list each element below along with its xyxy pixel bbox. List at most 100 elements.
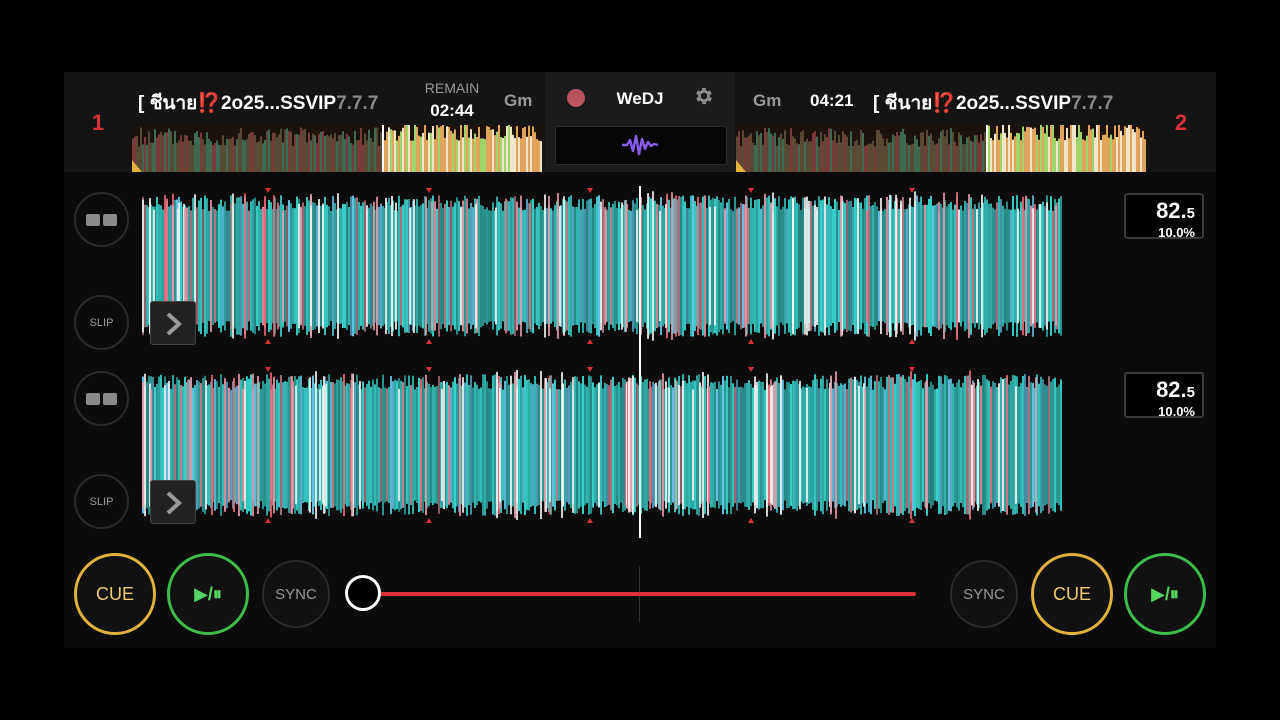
overview-bar [1056,140,1058,172]
overview-bar [852,146,854,172]
overview-bar [464,125,466,172]
overview-bar [742,130,744,172]
waveform-bar [478,195,480,337]
overview-bar [778,137,780,172]
overview-bar [388,127,390,172]
waveform-peak [835,371,837,519]
overview-bar [798,144,800,172]
overview-bar [808,141,810,172]
waveform-bar [366,384,368,506]
waveform-view-button[interactable] [555,126,727,165]
waveform-peak [318,198,320,334]
deck-2-cue-button[interactable]: CUE [1031,553,1113,635]
waveform-peak [351,373,353,517]
waveform-bar [1030,382,1032,508]
overview-bar [224,144,226,172]
deck-1-slip-button[interactable]: SLIP [74,295,129,350]
overview-bar [190,140,192,172]
deck-2-track-title[interactable]: [ ชีนาย⁉️2o25...SSVIP7.7.7 [873,88,1143,118]
overview-bar [498,125,500,172]
deck-2-waveform[interactable] [142,365,1062,525]
waveform-bar [712,382,714,508]
overview-bar [952,131,954,172]
waveform-bar [704,376,706,514]
overview-bar [228,139,230,172]
waveform-bar [580,383,582,507]
overview-bar [1116,137,1118,172]
waveform-bar [422,377,424,513]
waveform-bar [866,386,868,504]
waveform-bar [836,201,838,331]
overview-bar [284,129,286,172]
waveform-bar [146,205,148,327]
deck-1-sync-button[interactable]: SYNC [262,560,330,628]
overview-bar [268,129,270,172]
waveform-peak [632,376,634,514]
waveform-bar [688,208,690,324]
crossfader-track[interactable] [362,592,916,596]
deck-2-time[interactable]: 04:21 [810,91,853,111]
overview-bar [1102,134,1104,172]
overview-bar [1054,137,1056,172]
waveform-peak [665,204,667,328]
overview-bar [838,134,840,172]
deck-2-split-view-button[interactable] [74,371,129,426]
deck-1-bpm-display[interactable]: 82.5 10.0% [1124,193,1204,240]
waveform-peak [659,210,661,322]
waveform-bar [250,201,252,331]
deck-1-remain-time[interactable]: 02:44 [422,101,482,121]
waveform-peak [655,382,657,508]
deck-1-play-pause-button[interactable]: ▶/⏸ [167,553,249,635]
overview-bar [1026,126,1028,172]
overview-bar [538,140,540,172]
crossfader-knob[interactable] [345,575,381,611]
overview-bar [836,142,838,172]
overview-bar [220,145,222,172]
overview-bar [994,133,996,172]
waveform-bar [932,384,934,506]
record-icon[interactable] [567,89,585,107]
overview-bar [344,139,346,172]
overview-bar [896,132,898,172]
deck-1-waveform[interactable] [142,186,1062,346]
waveform-bar [916,382,918,508]
overview-bar [430,132,432,172]
overview-bar [862,133,864,172]
overview-bar [230,138,232,172]
deck-1-track-title[interactable]: [ ชีนาย⁉️2o25...SSVIP7.7.7 [138,88,408,118]
waveform-bar [362,202,364,330]
overview-bar [762,144,764,172]
deck-1-expand-button[interactable] [150,301,196,345]
deck-2-play-pause-button[interactable]: ▶/⏸ [1124,553,1206,635]
waveform-bar [402,382,404,508]
overview-bar [448,126,450,172]
overview-bar [1098,125,1100,172]
waveform-bar [916,195,918,337]
overview-bar [930,133,932,172]
deck-2-expand-button[interactable] [150,480,196,524]
waveform-bar [402,204,404,328]
overview-bar [1112,139,1114,172]
overview-bar [820,131,822,172]
waveform-bar [988,380,990,510]
waveform-bar [486,207,488,325]
waveform-bar [356,374,358,516]
deck-2-overview-waveform[interactable] [736,125,1146,172]
overview-bar [1076,137,1078,172]
beat-marker [748,518,754,523]
deck-2-bpm-display[interactable]: 82.5 10.0% [1124,372,1204,419]
waveform-bar [466,198,468,334]
waveform-bar [940,376,942,514]
deck-2-sync-button[interactable]: SYNC [950,560,1018,628]
deck-1-split-view-button[interactable] [74,192,129,247]
overview-bar [438,127,440,172]
overview-bar [984,132,986,172]
waveform-peak [505,198,507,334]
deck-1-overview-waveform[interactable] [132,125,542,172]
gear-icon[interactable] [693,85,715,107]
deck-2-slip-button[interactable]: SLIP [74,474,129,529]
waveform-peak [242,388,244,502]
deck-1-cue-button[interactable]: CUE [74,553,156,635]
waveform-peak [772,192,774,340]
waveform-bar [486,381,488,509]
